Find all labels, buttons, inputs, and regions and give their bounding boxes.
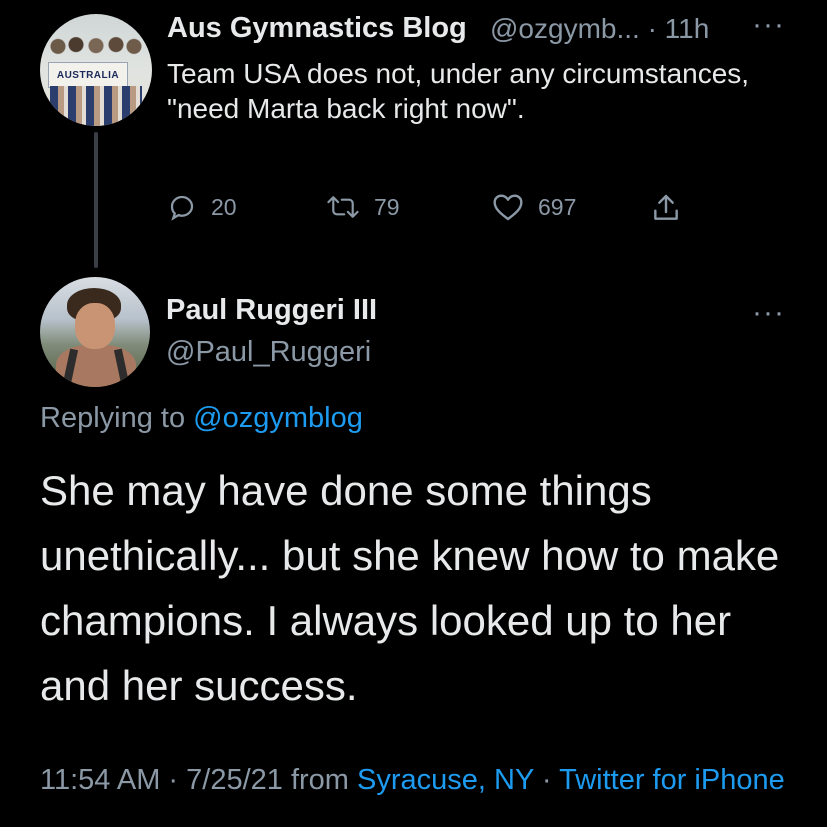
- replying-to: Replying to @ozgymblog: [40, 402, 363, 435]
- share-icon: [650, 192, 682, 224]
- reply-icon: [167, 192, 197, 222]
- from-label: from: [290, 764, 349, 796]
- like-button[interactable]: 697: [492, 192, 576, 222]
- footer-separator: ·: [541, 764, 552, 796]
- replying-mention-link[interactable]: @ozgymblog: [193, 402, 363, 434]
- reply-author-name[interactable]: Paul Ruggeri III: [166, 294, 377, 327]
- reply-avatar[interactable]: [40, 277, 150, 387]
- reply-count: 20: [211, 193, 237, 220]
- parent-author-name[interactable]: Aus Gymnastics Blog: [167, 12, 467, 45]
- replying-prefix: Replying to: [40, 402, 186, 434]
- tweet-footer: 11:54 AM · 7/25/21 from Syracuse, NY · T…: [40, 760, 800, 800]
- avatar-banner: AUSTRALIA: [48, 62, 128, 88]
- parent-more-icon[interactable]: ···: [752, 8, 785, 42]
- parent-avatar[interactable]: AUSTRALIA: [40, 14, 152, 126]
- share-button[interactable]: [650, 192, 682, 224]
- avatar-legs: [50, 86, 142, 126]
- reply-more-icon[interactable]: ···: [752, 296, 785, 330]
- thread-line: [94, 132, 98, 268]
- retweet-button[interactable]: 79: [326, 192, 400, 222]
- source-link[interactable]: Twitter for iPhone: [559, 764, 785, 796]
- like-count: 697: [538, 193, 577, 220]
- location-link[interactable]: Syracuse, NY: [357, 764, 534, 796]
- avatar-face: [75, 303, 115, 349]
- parent-handle-time[interactable]: @ozgymb... · 11h: [490, 13, 709, 45]
- tweet-timestamp[interactable]: 11:54 AM · 7/25/21: [40, 764, 283, 796]
- retweet-icon: [326, 192, 360, 222]
- like-icon: [492, 192, 524, 222]
- retweet-count: 79: [374, 193, 400, 220]
- reply-author-handle[interactable]: @Paul_Ruggeri: [166, 336, 371, 369]
- reply-tweet-text: She may have done some things unethicall…: [40, 467, 780, 709]
- reply-button[interactable]: 20: [167, 192, 237, 222]
- parent-tweet-text: Team USA does not, under any circumstanc…: [167, 58, 750, 124]
